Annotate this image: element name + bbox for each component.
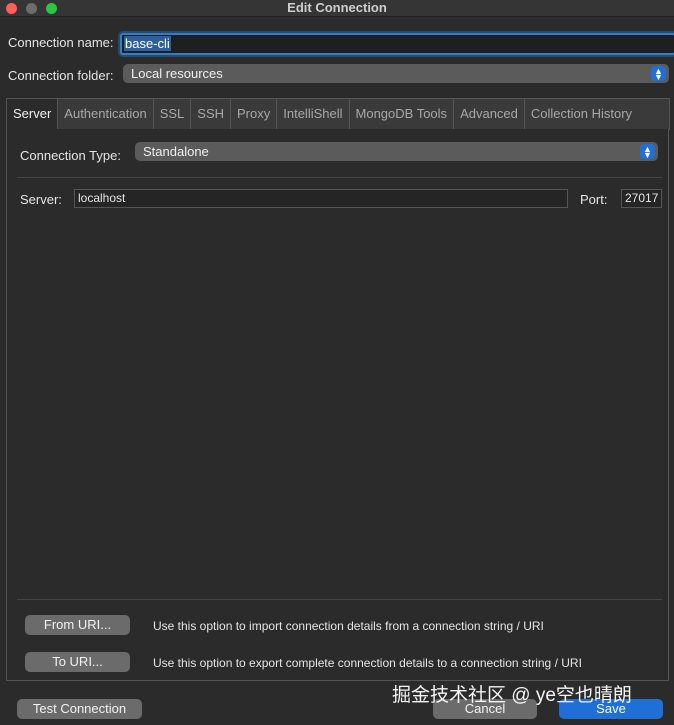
connection-name-input[interactable]: base-cli (120, 33, 674, 55)
connection-folder-value: Local resources (131, 66, 223, 81)
chevron-updown-icon: ▲ ▼ (651, 66, 666, 81)
to-uri-button[interactable]: To URI... (25, 652, 130, 672)
tab-bar: Server Authentication SSL SSH Proxy Inte… (6, 98, 670, 130)
chevron-updown-icon: ▲ ▼ (640, 144, 655, 159)
port-input[interactable]: 27017 (621, 189, 662, 208)
tab-ssl[interactable]: SSL (154, 99, 192, 129)
tab-collection-history[interactable]: Collection History (525, 99, 638, 129)
connection-name-label: Connection name: (8, 35, 114, 50)
connection-type-label: Connection Type: (20, 148, 121, 163)
watermark-text: 掘金技术社区 @ ye空也晴朗 (392, 685, 632, 706)
connection-folder-select[interactable]: Local resources ▲ ▼ (123, 64, 669, 83)
window-title: Edit Connection (287, 0, 387, 15)
port-label: Port: (580, 192, 608, 207)
server-label: Server: (20, 192, 62, 207)
from-uri-hint: Use this option to import connection det… (153, 619, 544, 633)
connection-folder-label: Connection folder: (8, 68, 114, 83)
tab-ssh[interactable]: SSH (191, 99, 232, 129)
connection-type-value: Standalone (143, 144, 209, 159)
tab-advanced[interactable]: Advanced (454, 99, 525, 129)
tab-server[interactable]: Server (7, 99, 59, 129)
server-input[interactable]: localhost (74, 189, 568, 208)
to-uri-hint: Use this option to export complete conne… (153, 656, 582, 670)
connection-type-select[interactable]: Standalone ▲ ▼ (135, 142, 658, 161)
tab-mongodb-tools[interactable]: MongoDB Tools (350, 99, 455, 129)
tab-authentication[interactable]: Authentication (58, 99, 154, 129)
tab-intellishell[interactable]: IntelliShell (277, 99, 350, 129)
test-connection-button[interactable]: Test Connection (17, 699, 142, 719)
connection-name-value: base-cli (124, 36, 171, 51)
divider (17, 177, 662, 178)
title-bar: Edit Connection (0, 0, 674, 17)
divider (17, 599, 662, 600)
from-uri-button[interactable]: From URI... (25, 615, 130, 635)
server-tab-panel: Connection Type: Standalone ▲ ▼ Server: l… (6, 129, 669, 681)
tab-proxy[interactable]: Proxy (231, 99, 278, 129)
